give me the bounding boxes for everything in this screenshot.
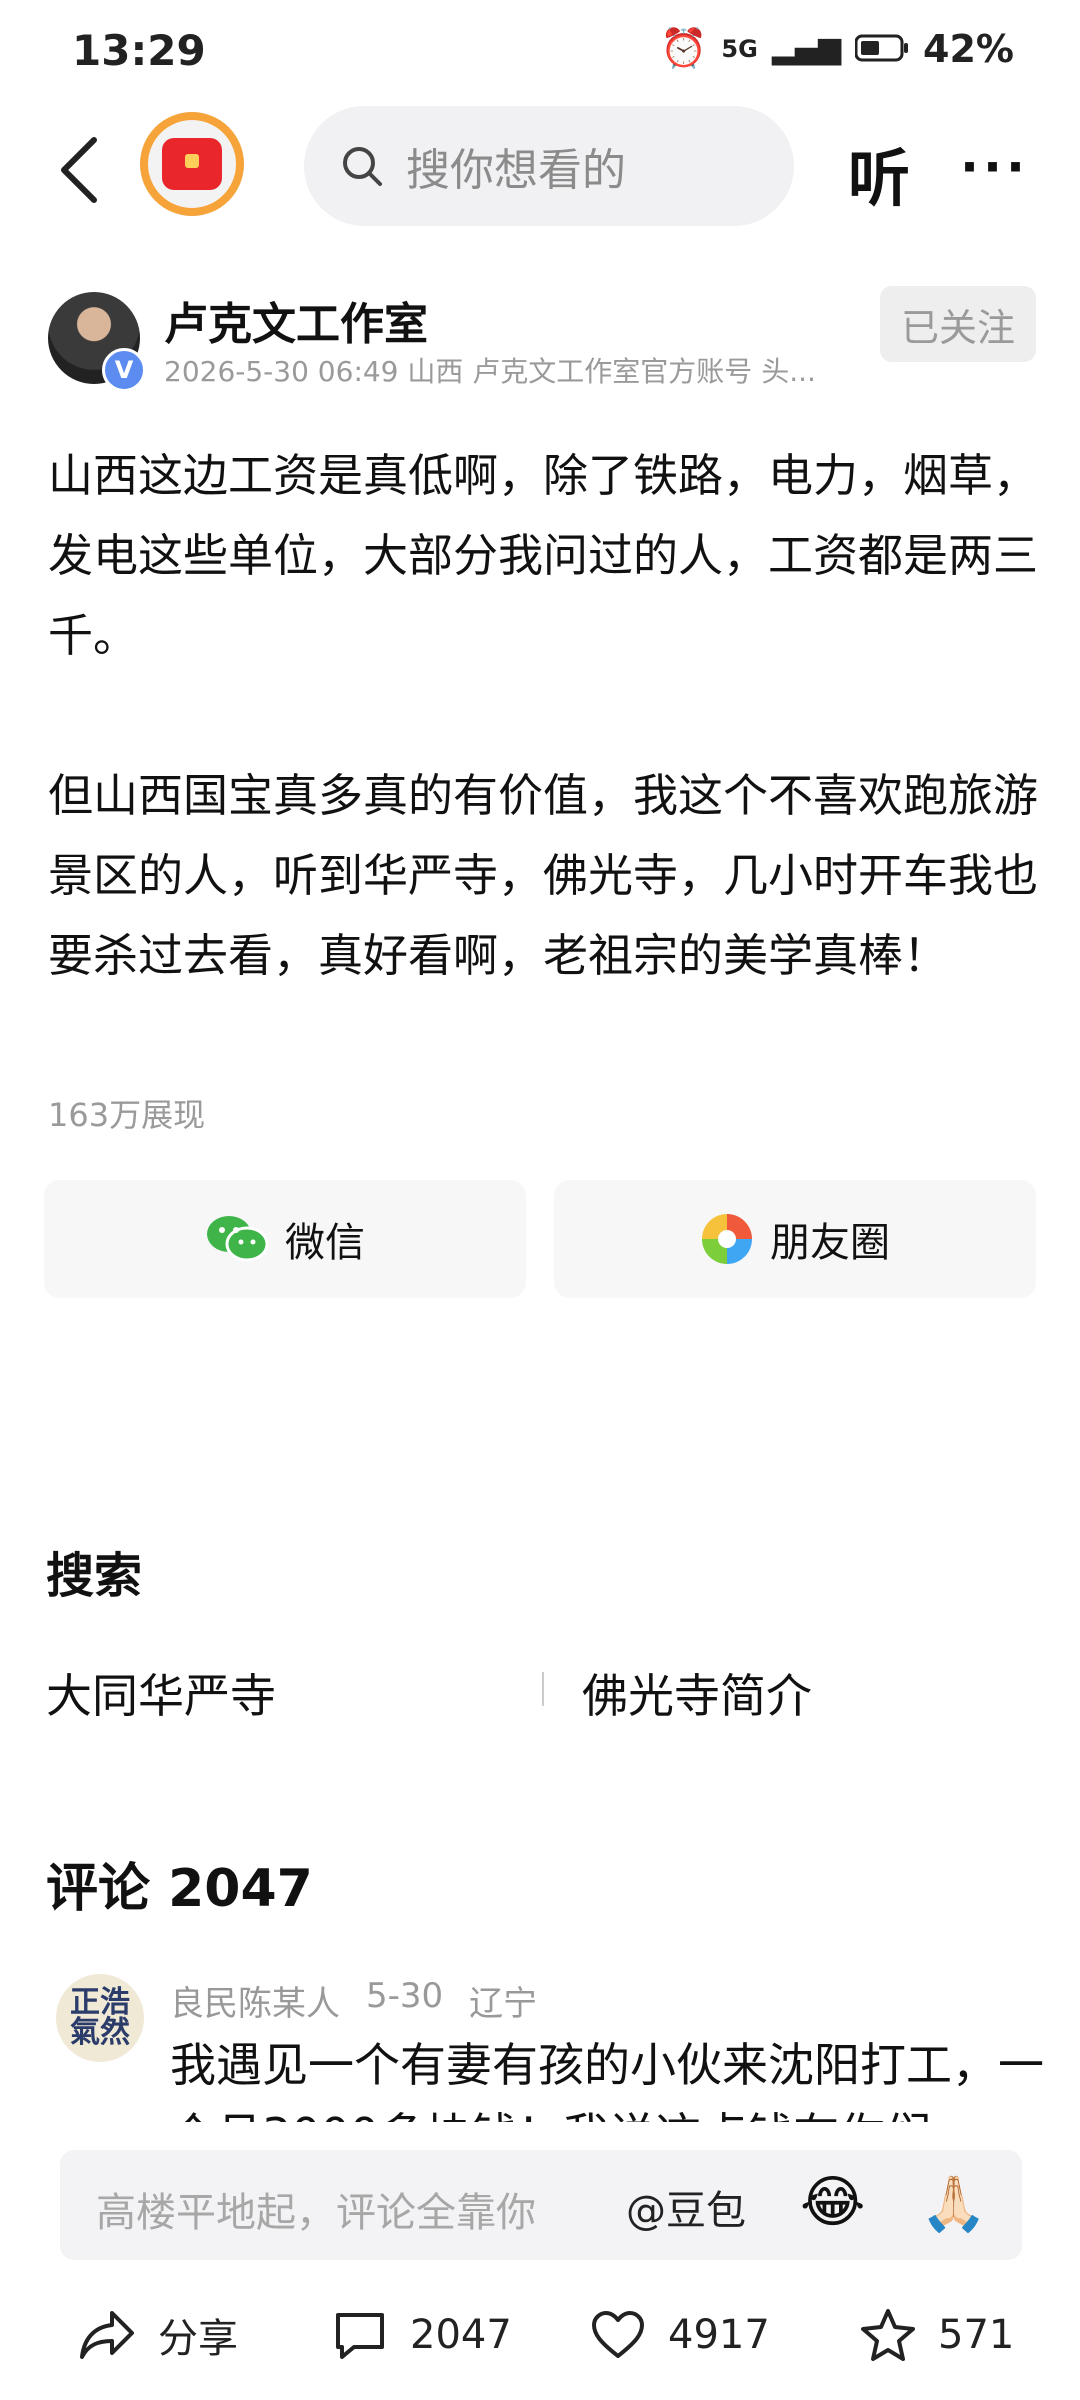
wechat-icon — [207, 1216, 269, 1262]
comment-input[interactable]: 高楼平地起，评论全靠你 — [96, 2180, 536, 2238]
share-action-label: 分享 — [158, 2316, 238, 2362]
like-count: 4917 — [668, 2312, 770, 2358]
comment-count: 2047 — [410, 2312, 512, 2358]
laugh-emoji-icon[interactable]: 😂 — [800, 2170, 865, 2235]
back-button[interactable] — [50, 130, 110, 210]
comment-location: 辽宁 — [469, 1984, 538, 2024]
mention-button[interactable]: @豆包 — [626, 2178, 746, 2236]
verified-badge-icon: V — [102, 348, 146, 392]
favorite-action[interactable]: 571 — [860, 2300, 1014, 2370]
like-action[interactable]: 4917 — [590, 2300, 770, 2370]
comments-title: 评论 2047 — [46, 1859, 313, 1919]
search-section-title: 搜索 — [46, 1548, 143, 1604]
star-icon — [861, 2309, 915, 2361]
share-icon — [80, 2311, 134, 2359]
back-arrow-icon — [61, 137, 97, 203]
share-moments-label: 朋友圈 — [770, 1220, 890, 1266]
view-count: 163万展现 — [48, 1096, 206, 1134]
search-placeholder: 搜你想看的 — [406, 145, 626, 196]
search-link[interactable]: 佛光寺简介 — [582, 1660, 812, 1726]
app-logo[interactable] — [140, 112, 244, 216]
share-moments-button[interactable]: 朋友圈 — [554, 1180, 1036, 1298]
network-indicator: 5G — [721, 34, 758, 63]
search-link[interactable]: 大同华严寺 — [46, 1660, 276, 1726]
comment-avatar[interactable]: 正浩氣然 — [56, 1974, 144, 2062]
favorite-count: 571 — [938, 2312, 1015, 2358]
search-box[interactable]: 搜你想看的 — [304, 106, 794, 226]
heart-icon — [592, 2311, 644, 2358]
moments-icon — [702, 1214, 752, 1264]
follow-button[interactable]: 已关注 — [880, 286, 1036, 362]
comment-icon — [336, 2313, 384, 2359]
listen-button[interactable]: 听 — [848, 128, 910, 218]
author-name[interactable]: 卢克文工作室 — [164, 288, 428, 352]
share-wechat-label: 微信 — [285, 1220, 365, 1266]
divider — [542, 1672, 544, 1706]
battery-percent: 42% — [923, 26, 1014, 71]
post-body: 山西这边工资是真低啊，除了铁路，电力，烟草，发电这些单位，大部分我问过的人，工资… — [48, 436, 1038, 1076]
comment-bar: 高楼平地起，评论全靠你 @豆包 😂 🙏🏻 — [60, 2150, 1022, 2260]
alarm-icon: ⏰ — [660, 26, 708, 70]
comment-date: 5-30 — [366, 1976, 444, 2016]
battery-icon — [854, 27, 909, 71]
status-right: ⏰ 5G ▂▄▆ 42% — [660, 26, 1014, 71]
signal-icon: ▂▄▆ — [771, 31, 842, 66]
more-button[interactable]: ··· — [960, 138, 1029, 196]
pray-emoji-icon[interactable]: 🙏🏻 — [920, 2172, 987, 2236]
status-time: 13:29 — [72, 26, 206, 75]
post-paragraph: 但山西国宝真多真的有价值，我这个不喜欢跑旅游景区的人，听到华严寺，佛光寺，几小时… — [48, 769, 1039, 982]
comment-text: 我遇见一个有妻有孩的小伙来沈阳打工，一个月3000多块钱！我说这点钱在你们 — [170, 2038, 1044, 2122]
red-bag-icon — [162, 138, 222, 190]
comment-user[interactable]: 良民陈某人 — [170, 1976, 340, 2025]
search-icon — [343, 147, 382, 186]
comment-meta: 良民陈某人 5-30 辽宁 — [170, 1976, 537, 2025]
author-meta: 2026-5-30 06:49 山西 卢克文工作室官方账号 头... — [164, 355, 816, 388]
share-action[interactable]: 分享 — [78, 2300, 238, 2370]
post-paragraph: 山西这边工资是真低啊，除了铁路，电力，烟草，发电这些单位，大部分我问过的人，工资… — [48, 449, 1039, 662]
comment-action[interactable]: 2047 — [332, 2300, 512, 2370]
share-wechat-button[interactable]: 微信 — [44, 1180, 526, 1298]
